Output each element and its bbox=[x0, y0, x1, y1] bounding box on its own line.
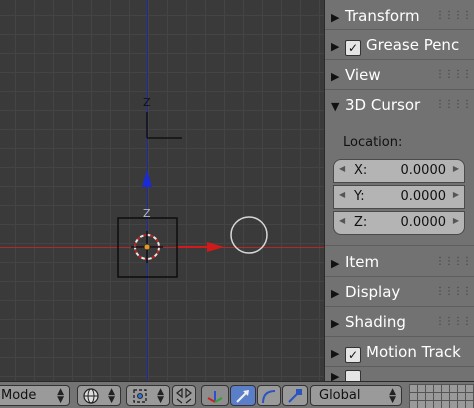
manipulator-toggle[interactable] bbox=[172, 385, 196, 406]
orientation-dropdown[interactable]: Global ▲ ▼ bbox=[310, 385, 402, 406]
checkbox-icon[interactable]: ✓ bbox=[345, 40, 361, 56]
panel-divider bbox=[325, 306, 474, 307]
panel-transform[interactable]: ▶ Transform ⋮⋮⋮⋮ bbox=[331, 3, 474, 29]
panel-divider bbox=[325, 89, 474, 90]
viewport-shading-dropdown[interactable]: ▲ ▼ bbox=[77, 385, 121, 406]
panel-motion-tracking[interactable]: ▶ ✓ Motion Track bbox=[331, 339, 474, 365]
grip-icon[interactable]: ⋮⋮⋮⋮ bbox=[435, 249, 472, 275]
viewport-overlay bbox=[117, 112, 268, 278]
collapsed-triangle-icon: ▶ bbox=[331, 347, 340, 360]
transform-widget-toggle[interactable] bbox=[201, 385, 229, 406]
translate-arrow-icon bbox=[236, 390, 249, 403]
mode-dropdown[interactable]: Mode ▲ ▼ bbox=[0, 385, 70, 406]
collapsed-triangle-icon: ▶ bbox=[331, 257, 340, 270]
increment-arrow-icon[interactable]: ▶ bbox=[453, 216, 459, 225]
cursor-z-field[interactable]: ◀ Z: 0.0000 ▶ bbox=[333, 211, 465, 235]
field-label: Y: bbox=[354, 189, 365, 204]
updown-arrows-icon: ▲ ▼ bbox=[57, 387, 64, 405]
grip-icon[interactable]: ⋮⋮⋮⋮ bbox=[435, 3, 472, 29]
panel-shading[interactable]: ▶ Shading ⋮⋮⋮⋮ bbox=[331, 309, 474, 335]
object-z-label: Z bbox=[143, 207, 151, 220]
panel-divider bbox=[325, 276, 474, 277]
field-label: Z: bbox=[354, 215, 368, 230]
grip-icon[interactable]: ⋮⋮⋮⋮ bbox=[435, 309, 472, 335]
blender-window: Z Z ▶ Transform ⋮⋮⋮⋮ ▶ ✓ Grease Penc ▶ View ⋮⋮… bbox=[0, 0, 474, 408]
expanded-triangle-icon: ▼ bbox=[331, 100, 340, 113]
panel-3d-cursor[interactable]: ▼ 3D Cursor ⋮⋮⋮⋮ bbox=[331, 92, 474, 118]
translate-button[interactable] bbox=[230, 385, 256, 406]
field-value: 0.0000 bbox=[400, 189, 447, 204]
field-value: 0.0000 bbox=[400, 215, 447, 230]
view-rotate-circle[interactable] bbox=[230, 216, 268, 254]
scale-icon bbox=[288, 389, 302, 403]
manipulator-icon bbox=[176, 387, 192, 404]
sphere-icon bbox=[83, 388, 99, 404]
grip-icon[interactable]: ⋮⋮⋮⋮ bbox=[435, 279, 472, 305]
collapsed-triangle-icon: ▶ bbox=[331, 317, 340, 330]
3d-viewport[interactable]: Z Z bbox=[0, 0, 324, 381]
rotate-button[interactable] bbox=[257, 385, 281, 406]
collapsed-triangle-icon: ▶ bbox=[331, 70, 340, 83]
panel-label: Transform bbox=[345, 7, 420, 25]
panel-item[interactable]: ▶ Item ⋮⋮⋮⋮ bbox=[331, 249, 474, 275]
field-label: X: bbox=[354, 163, 368, 178]
scale-button[interactable] bbox=[282, 385, 308, 406]
panel-divider bbox=[325, 245, 474, 246]
panel-label: Shading bbox=[345, 313, 406, 331]
panel-divider bbox=[325, 59, 474, 60]
viewport-header: Mode ▲ ▼ ▲ ▼ ▲ ▼ Global ▲ ▼ bbox=[0, 381, 474, 408]
updown-arrows-icon: ▲ ▼ bbox=[389, 387, 396, 405]
increment-arrow-icon[interactable]: ▶ bbox=[453, 190, 459, 199]
pivot-icon bbox=[133, 389, 147, 403]
panel-label: Display bbox=[345, 283, 401, 301]
grip-icon[interactable]: ⋮⋮⋮⋮ bbox=[435, 92, 472, 118]
corner-mark bbox=[146, 112, 182, 139]
decrement-arrow-icon[interactable]: ◀ bbox=[339, 190, 345, 199]
updown-arrows-icon: ▲ ▼ bbox=[108, 387, 115, 405]
decrement-arrow-icon[interactable]: ◀ bbox=[339, 164, 345, 173]
collapsed-triangle-icon: ▶ bbox=[331, 287, 340, 300]
decrement-arrow-icon[interactable]: ◀ bbox=[339, 216, 345, 225]
z-arrow-icon[interactable] bbox=[142, 170, 152, 187]
cursor-y-field[interactable]: ◀ Y: 0.0000 ▶ bbox=[333, 185, 465, 209]
orientation-label: Global bbox=[319, 388, 361, 403]
collapsed-triangle-icon: ▶ bbox=[331, 40, 340, 53]
panel-grease-pencil[interactable]: ▶ ✓ Grease Penc bbox=[331, 32, 474, 58]
panel-divider bbox=[325, 336, 474, 337]
cursor-x-field[interactable]: ◀ X: 0.0000 ▶ bbox=[333, 159, 465, 183]
panel-label: Grease Penc bbox=[366, 36, 460, 54]
panel-label: View bbox=[345, 66, 381, 84]
panel-display[interactable]: ▶ Display ⋮⋮⋮⋮ bbox=[331, 279, 474, 305]
pivot-point-dropdown[interactable]: ▲ ▼ bbox=[126, 385, 170, 406]
updown-arrows-icon: ▲ ▼ bbox=[157, 387, 164, 405]
grip-icon[interactable]: ⋮⋮⋮⋮ bbox=[435, 62, 472, 88]
panel-label: Motion Track bbox=[366, 343, 461, 361]
panel-divider bbox=[325, 29, 474, 30]
z-axis-label: Z bbox=[143, 96, 151, 109]
rotate-arc-icon bbox=[262, 390, 276, 404]
panel-view[interactable]: ▶ View ⋮⋮⋮⋮ bbox=[331, 62, 474, 88]
collapsed-triangle-icon: ▶ bbox=[331, 11, 340, 24]
panel-label: Item bbox=[345, 253, 380, 271]
properties-sidebar: ▶ Transform ⋮⋮⋮⋮ ▶ ✓ Grease Penc ▶ View ⋮⋮⋮⋮ ▼… bbox=[324, 0, 474, 382]
3d-cursor-icon[interactable] bbox=[131, 231, 163, 263]
panel-label: 3D Cursor bbox=[345, 96, 421, 114]
panel-divider bbox=[325, 366, 474, 367]
location-label: Location: bbox=[343, 135, 403, 150]
axis-widget-icon bbox=[207, 391, 223, 403]
mode-label: Mode bbox=[1, 388, 37, 403]
checkbox-icon[interactable]: ✓ bbox=[345, 347, 361, 363]
x-arrow-icon[interactable] bbox=[176, 242, 224, 252]
increment-arrow-icon[interactable]: ▶ bbox=[453, 164, 459, 173]
layer-buttons-grid[interactable] bbox=[409, 384, 474, 408]
field-value: 0.0000 bbox=[400, 163, 447, 178]
